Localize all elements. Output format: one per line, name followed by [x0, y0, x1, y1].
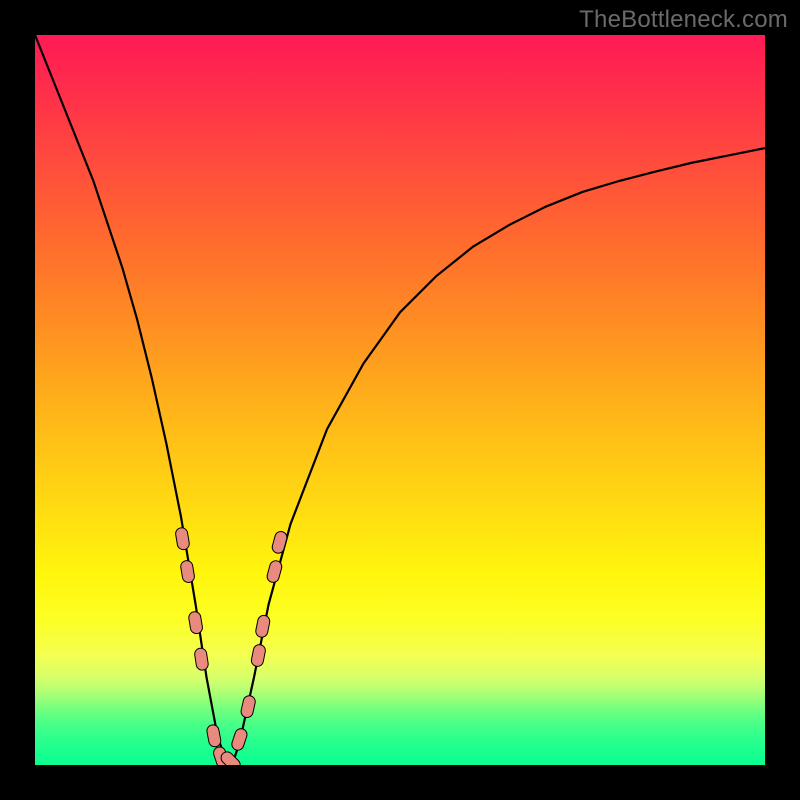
curve-overlay: [35, 35, 765, 765]
marker-pill: [175, 527, 190, 551]
marker-pill: [271, 530, 288, 554]
chart-frame: TheBottleneck.com: [0, 0, 800, 800]
marker-pill: [255, 614, 271, 638]
marker-pill: [250, 644, 266, 668]
marker-pill: [188, 611, 203, 635]
marker-pill: [206, 724, 222, 748]
watermark-text: TheBottleneck.com: [579, 6, 788, 34]
plot-area: [35, 35, 765, 765]
marker-pill: [240, 695, 256, 719]
markers-group: [175, 527, 289, 765]
marker-pill: [266, 559, 283, 583]
bottleneck-curve: [35, 35, 765, 765]
marker-pill: [230, 727, 248, 752]
marker-pill: [180, 560, 195, 584]
marker-pill: [194, 647, 209, 671]
